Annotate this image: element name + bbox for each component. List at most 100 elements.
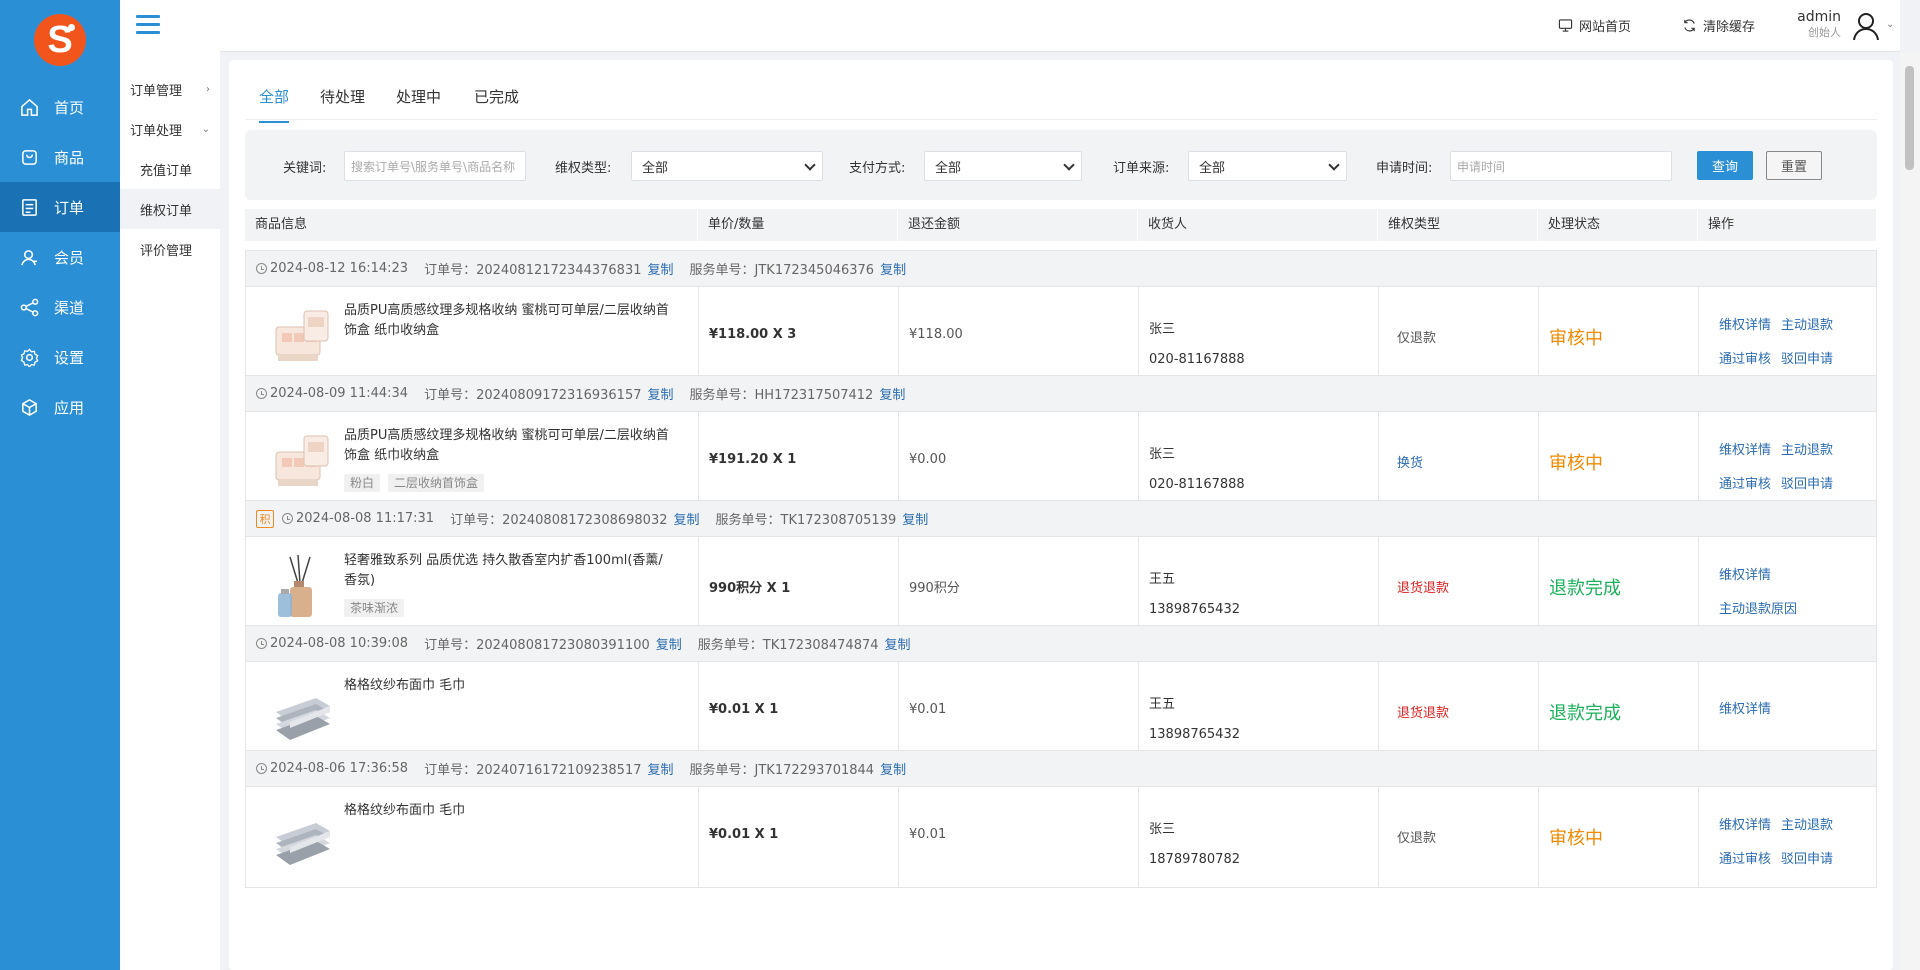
tab-pending[interactable]: 待处理 (320, 86, 365, 121)
member-icon (21, 249, 38, 265)
service-number: 服务单号：JTK172345046376 (689, 263, 875, 278)
service-number: 服务单号：TK172308705139 (715, 513, 897, 528)
op-link[interactable]: 主动退款 (1781, 818, 1833, 833)
receiver-name: 王五 (1149, 572, 1176, 587)
order-header: 积 2024-08-08 11:17:31 订单号：2024080817230869… (246, 501, 1876, 537)
product-name[interactable]: 轻奢雅致系列 品质优选 持久散香室内扩香100ml(香薰/香氛) (344, 551, 674, 591)
product-name[interactable]: 品质PU高质感纹理多规格收纳 蜜桃可可单层/二层收纳首饰盒 纸巾收纳盒 (344, 426, 674, 466)
copy-service-button[interactable]: 复制 (879, 384, 905, 403)
product-name[interactable]: 格格纹纱布面巾 毛巾 (344, 801, 674, 821)
sidebar-item-label: 渠道 (54, 298, 85, 317)
op-link[interactable]: 主动退款 (1781, 443, 1833, 458)
time-input[interactable]: 申请时间 (1450, 151, 1672, 181)
keyword-input[interactable]: 搜索订单号\服务单号\商品名称 (344, 151, 526, 181)
clock-icon (256, 638, 267, 649)
copy-order-button[interactable]: 复制 (648, 259, 674, 278)
menu-toggle-icon[interactable] (136, 15, 160, 37)
sub-sidebar: 订单管理 › 订单处理 ⌄ 充值订单 维权订单 评价管理 (120, 0, 220, 970)
sidebar-item-label: 设置 (54, 348, 85, 367)
site-home-link[interactable]: 网站首页 (1558, 16, 1631, 35)
op-link[interactable]: 维权详情 (1719, 318, 1771, 333)
table-header: 商品信息 单价/数量 退还金额 收货人 维权类型 处理状态 操作 (245, 209, 1877, 241)
sidebar-item-goods[interactable]: 商品 (0, 132, 120, 182)
receiver-phone: 020-81167888 (1149, 477, 1245, 492)
order-number: 订单号：20240808172308039110​0 (424, 638, 650, 653)
copy-order-button[interactable]: 复制 (648, 384, 674, 403)
th-refund: 退还金额 (898, 209, 1138, 241)
copy-service-button[interactable]: 复制 (885, 634, 911, 653)
pay-select[interactable]: 全部 (924, 151, 1082, 181)
copy-service-button[interactable]: 复制 (880, 759, 906, 778)
copy-service-button[interactable]: 复制 (902, 509, 928, 528)
th-price: 单价/数量 (698, 209, 898, 241)
subnav-item-reviews[interactable]: 评价管理 (120, 229, 220, 269)
op-link[interactable]: 主动退款 (1781, 318, 1833, 333)
op-link[interactable]: 通过审核 (1719, 477, 1771, 492)
product-image[interactable] (268, 803, 336, 871)
op-link[interactable]: 驳回申请 (1781, 352, 1833, 367)
copy-order-button[interactable]: 复制 (648, 759, 674, 778)
op-link[interactable]: 通过审核 (1719, 852, 1771, 867)
sidebar-item-channel[interactable]: 渠道 (0, 282, 120, 332)
refund-amount: ¥0.01 (909, 702, 947, 717)
user-avatar-icon[interactable] (1851, 11, 1881, 41)
sidebar-item-home[interactable]: 首页 (0, 82, 120, 132)
sidebar-item-member[interactable]: 会员 (0, 232, 120, 282)
monitor-icon (1558, 19, 1573, 32)
op-link[interactable]: 主动退款原因 (1719, 602, 1797, 617)
sku-tag: 粉白 (344, 474, 381, 492)
clear-cache-link[interactable]: 清除缓存 (1682, 16, 1755, 35)
product-image[interactable] (268, 678, 336, 746)
subnav-item-recharge-orders[interactable]: 充值订单 (120, 149, 220, 189)
tab-processing[interactable]: 处理中 (396, 86, 441, 121)
product-name[interactable]: 品质PU高质感纹理多规格收纳 蜜桃可可单层/二层收纳首饰盒 纸巾收纳盒 (344, 301, 674, 341)
scrollbar-thumb[interactable] (1905, 66, 1914, 170)
clock-icon (282, 513, 293, 524)
refund-amount: 990积分 (909, 581, 960, 596)
reset-button[interactable]: 重置 (1766, 151, 1822, 180)
receiver-name: 张三 (1149, 822, 1176, 837)
op-link[interactable]: 维权详情 (1719, 702, 1771, 717)
op-link[interactable]: 通过审核 (1719, 352, 1771, 367)
product-name[interactable]: 格格纹纱布面巾 毛巾 (344, 676, 674, 696)
product-image[interactable] (268, 303, 336, 371)
type-select[interactable]: 全部 (631, 151, 823, 181)
tab-completed[interactable]: 已完成 (474, 86, 519, 121)
order-number: 订单号：20240812172344376831 (424, 263, 642, 278)
sidebar-item-app[interactable]: 应用 (0, 382, 120, 432)
rights-type: 仅退款 (1397, 331, 1437, 346)
rights-type: 仅退款 (1397, 831, 1437, 846)
op-link[interactable]: 维权详情 (1719, 443, 1771, 458)
copy-service-button[interactable]: 复制 (880, 259, 906, 278)
source-select[interactable]: 全部 (1188, 151, 1347, 181)
top-bar: 网站首页 清除缓存 admin 创始人 ⌄ (220, 0, 1900, 52)
query-button[interactable]: 查询 (1697, 151, 1753, 180)
unit-price-qty: ¥191.20 X 1 (709, 452, 797, 467)
order-row: 2024-08-09 11:44:34 订单号：20240809172316936… (245, 375, 1877, 513)
sidebar-item-order[interactable]: 订单 (0, 182, 120, 232)
product-image[interactable] (268, 553, 336, 621)
page-scrollbar[interactable] (1900, 52, 1920, 970)
chevron-down-icon[interactable]: ⌄ (1886, 19, 1894, 30)
subnav-item-rights-orders[interactable]: 维权订单 (120, 189, 220, 229)
op-link[interactable]: 驳回申请 (1781, 477, 1833, 492)
sidebar-item-settings[interactable]: 设置 (0, 332, 120, 382)
receiver-name: 张三 (1149, 322, 1176, 337)
subnav-group-order-process[interactable]: 订单处理 ⌄ (120, 109, 220, 149)
chevron-right-icon: › (206, 83, 210, 95)
process-status: 退款完成 (1549, 578, 1621, 599)
copy-order-button[interactable]: 复制 (656, 634, 682, 653)
product-image[interactable] (268, 428, 336, 496)
op-link[interactable]: 维权详情 (1719, 568, 1771, 583)
tab-all[interactable]: 全部 (259, 86, 290, 123)
receiver-phone: 13898765432 (1149, 602, 1240, 617)
unit-price-qty: ¥0.01 X 1 (709, 827, 779, 842)
subnav-group-order-manage[interactable]: 订单管理 › (120, 69, 220, 109)
user-info[interactable]: admin 创始人 (1791, 8, 1841, 40)
op-link[interactable]: 维权详情 (1719, 818, 1771, 833)
copy-order-button[interactable]: 复制 (674, 509, 700, 528)
op-link[interactable]: 驳回申请 (1781, 852, 1833, 867)
channel-icon (20, 298, 39, 316)
process-status: 审核中 (1549, 828, 1603, 849)
logo[interactable]: S (34, 14, 86, 66)
